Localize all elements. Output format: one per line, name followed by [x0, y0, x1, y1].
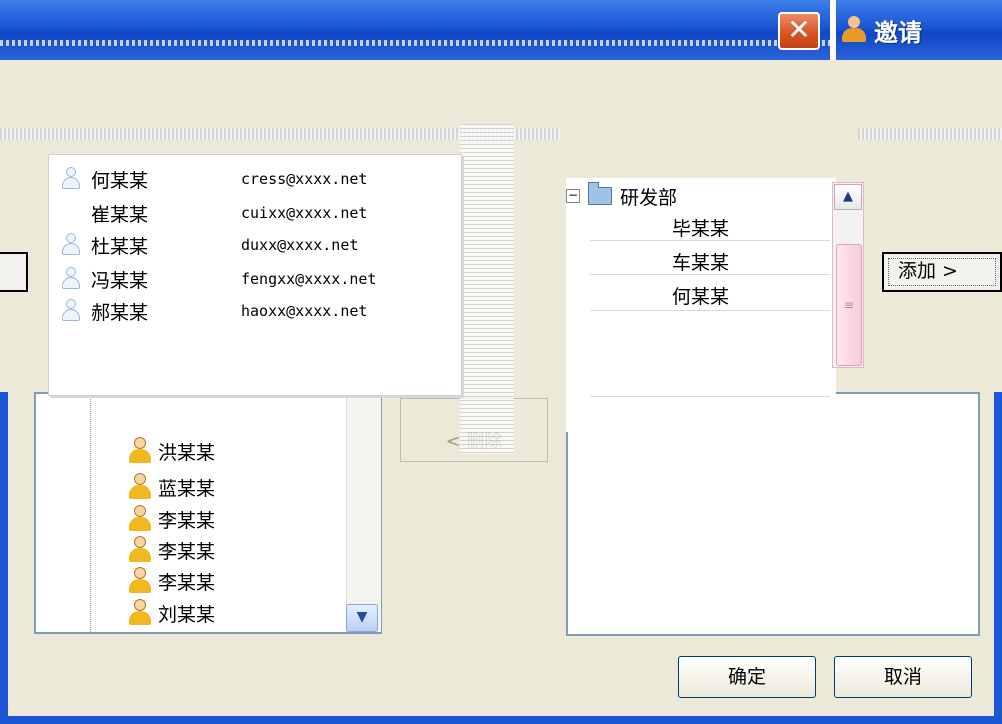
user-icon — [61, 233, 81, 257]
contact-email: haoxx@xxxx.net — [241, 302, 368, 320]
window-border-right — [994, 392, 1002, 724]
cancel-button[interactable]: 取消 — [834, 656, 972, 698]
left-partial-button[interactable] — [0, 252, 28, 292]
contact-dropdown[interactable]: 何某某 cress@xxxx.net 崔某某 cuixx@xxxx.net 杜某… — [48, 154, 462, 396]
tree-item-label: 李某某 — [158, 571, 216, 594]
org-row-divider — [590, 310, 830, 311]
user-icon — [842, 16, 866, 44]
contact-row[interactable]: 何某某 cress@xxxx.net — [49, 163, 461, 195]
invite-label: 邀请 — [874, 18, 922, 47]
tree-item[interactable]: 刘某某 — [128, 598, 215, 628]
tree-item[interactable]: 洪某某 — [128, 436, 215, 466]
contact-row[interactable]: 郝某某 haoxx@xxxx.net — [49, 295, 461, 327]
org-row-divider — [590, 240, 830, 241]
tree-item-label: 洪某某 — [158, 441, 216, 464]
chevron-up-icon: ▲ — [843, 189, 853, 204]
org-root-label: 研发部 — [620, 186, 678, 209]
contact-name: 郝某某 — [91, 301, 149, 324]
contact-email: cuixx@xxxx.net — [241, 204, 368, 222]
tree-item-label: 刘某某 — [158, 603, 216, 626]
org-member[interactable]: 车某某 — [672, 248, 729, 275]
scroll-up-button[interactable]: ▲ — [834, 184, 862, 210]
popup-scroll-artifact — [460, 124, 514, 454]
window-border-left — [0, 392, 8, 724]
contact-name: 何某某 — [91, 169, 149, 192]
org-member[interactable]: 何某某 — [672, 282, 729, 309]
scroll-down-button[interactable]: ▼ — [346, 604, 378, 632]
org-member[interactable]: 毕某某 — [672, 214, 729, 241]
title-divider — [830, 0, 836, 60]
chevron-down-icon: ▼ — [356, 609, 368, 625]
ok-button[interactable]: 确定 — [678, 656, 816, 698]
contact-email: cress@xxxx.net — [241, 170, 368, 188]
user-icon — [61, 167, 81, 191]
contact-name: 冯某某 — [91, 269, 149, 292]
contact-name: 崔某某 — [91, 203, 149, 226]
org-row-divider — [590, 396, 830, 397]
collapse-icon[interactable]: − — [566, 189, 580, 203]
org-tree-root[interactable]: − 研发部 — [566, 180, 677, 212]
window-border-bottom — [0, 716, 1002, 724]
add-button[interactable]: 添加 > — [882, 252, 1002, 292]
faded-header-bar-right — [858, 128, 1002, 140]
invite-tab[interactable]: 邀请 — [842, 12, 922, 48]
close-icon: ✕ — [787, 13, 811, 46]
member-list-scrollbar[interactable] — [346, 392, 381, 632]
contact-row[interactable]: 崔某某 cuixx@xxxx.net — [49, 197, 461, 229]
org-row-divider — [590, 274, 830, 275]
user-icon — [61, 299, 81, 323]
tree-item[interactable]: 蓝某某 — [128, 472, 215, 502]
person-icon — [128, 437, 152, 465]
person-icon — [128, 505, 152, 533]
tree-item-label: 李某某 — [158, 509, 216, 532]
contact-email: fengxx@xxxx.net — [241, 270, 377, 288]
contact-email: duxx@xxxx.net — [241, 236, 359, 254]
person-icon — [128, 536, 152, 564]
person-icon — [128, 567, 152, 595]
tree-item[interactable]: 李某某 — [128, 566, 215, 596]
tree-item[interactable]: 李某某 — [128, 504, 215, 534]
close-button[interactable]: ✕ — [778, 12, 820, 50]
tree-item-label: 李某某 — [158, 540, 216, 563]
scroll-thumb[interactable]: ≡ — [836, 244, 862, 366]
contact-row[interactable]: 杜某某 duxx@xxxx.net — [49, 229, 461, 261]
person-icon — [128, 599, 152, 627]
tree-item[interactable]: 李某某 — [128, 535, 215, 565]
contact-row[interactable]: 冯某某 fengxx@xxxx.net — [49, 263, 461, 295]
tree-guide-line — [90, 392, 91, 632]
person-icon — [128, 473, 152, 501]
user-icon — [61, 267, 81, 291]
contact-name: 杜某某 — [91, 235, 149, 258]
title-bar: ✕ 邀请 — [0, 0, 1002, 62]
folder-icon — [588, 182, 612, 205]
title-stripe — [0, 40, 830, 46]
tree-item-label: 蓝某某 — [158, 477, 216, 500]
focus-ring — [888, 258, 996, 286]
